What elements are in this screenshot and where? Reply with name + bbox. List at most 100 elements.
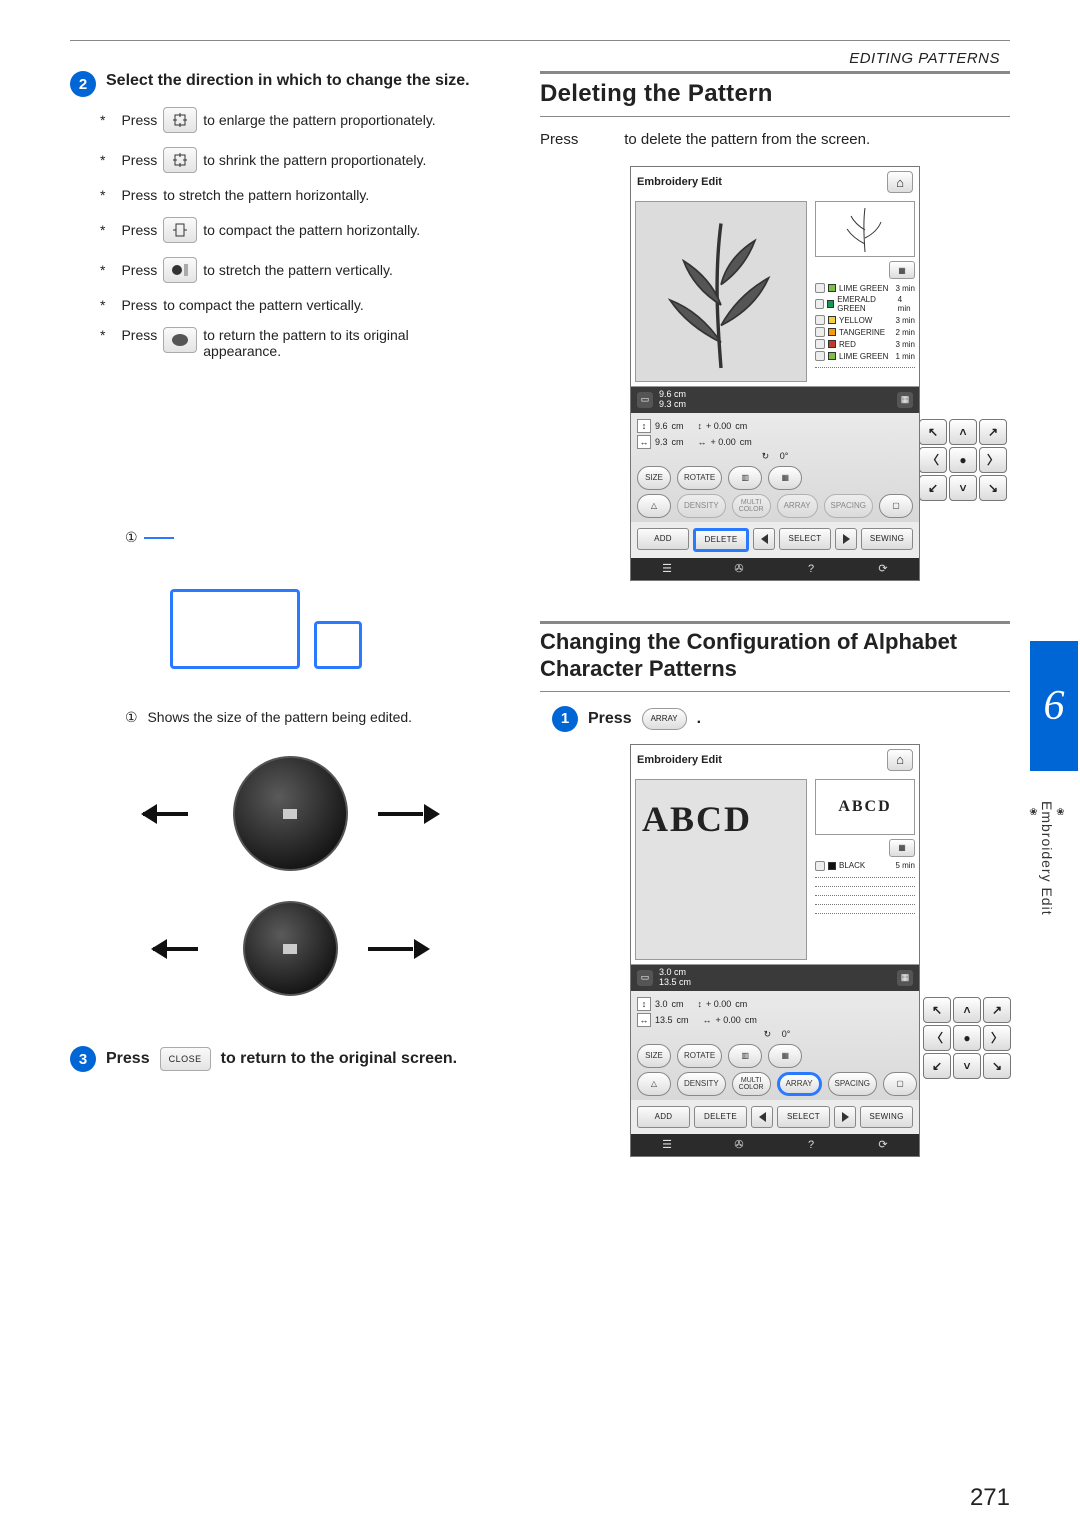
- select-prev[interactable]: [753, 528, 775, 550]
- menu-icon[interactable]: ☰: [658, 562, 676, 575]
- density-button[interactable]: DENSITY: [677, 494, 726, 518]
- dpad-right[interactable]: 〉: [983, 1025, 1011, 1051]
- multicolor-button[interactable]: MULTI COLOR: [732, 1072, 771, 1096]
- grid-icon[interactable]: ▦: [897, 970, 913, 986]
- arrow-left-icon: [143, 799, 203, 829]
- chapter-tab: 6: [1030, 641, 1078, 771]
- press-shrink: Press to shrink the pattern proportionat…: [100, 147, 510, 173]
- flip-button[interactable]: △: [637, 494, 671, 518]
- dpad-ul[interactable]: ↖: [923, 997, 951, 1023]
- zoom-icon[interactable]: ▦: [889, 839, 915, 857]
- select-next[interactable]: [834, 1106, 856, 1128]
- palette-button[interactable]: ▦: [768, 1044, 802, 1068]
- grid-icon[interactable]: ▦: [897, 392, 913, 408]
- home-icon[interactable]: ⌂: [887, 749, 913, 771]
- dpad-down[interactable]: ˅: [949, 475, 977, 501]
- frame-button[interactable]: ▢: [883, 1072, 917, 1096]
- dpad-dr[interactable]: ↘: [979, 475, 1007, 501]
- array-button[interactable]: ARRAY: [777, 494, 818, 518]
- density-button[interactable]: DENSITY: [677, 1072, 726, 1096]
- arrow-right-icon: [368, 934, 428, 964]
- press-compact-v: Press to compact the pattern vertically.: [100, 297, 510, 313]
- dpad-dr[interactable]: ↘: [983, 1053, 1011, 1079]
- info-column: ↕9.6cm↕+ 0.00cm ↔9.3cm↔+ 0.00cm ↻ 0° SIZ…: [637, 419, 913, 518]
- dpad-dl[interactable]: ↙: [923, 1053, 951, 1079]
- spacing-button[interactable]: SPACING: [824, 494, 873, 518]
- size-button[interactable]: SIZE: [637, 466, 671, 490]
- pattern-size-box-large: [170, 589, 300, 669]
- mirror-button[interactable]: ▥: [728, 466, 762, 490]
- spacing-button[interactable]: SPACING: [828, 1072, 877, 1096]
- tools-icon[interactable]: ✇: [730, 1138, 748, 1151]
- size-button[interactable]: SIZE: [637, 1044, 671, 1068]
- size-diagram: ① ① Shows the size of the pattern being …: [70, 589, 510, 996]
- dpad-up[interactable]: ˄: [949, 419, 977, 445]
- preview-thumb: [815, 201, 915, 257]
- frame-icon: ▭: [637, 970, 653, 986]
- delete-button[interactable]: DELETE: [693, 528, 749, 552]
- enlarge-icon: [163, 107, 197, 133]
- step-3-badge: 3: [70, 1046, 96, 1072]
- dpad-ul[interactable]: ↖: [919, 419, 947, 445]
- zoom-icon[interactable]: ▦: [889, 261, 915, 279]
- press-stretch-v: Press to stretch the pattern vertically.: [100, 257, 510, 283]
- dpad-ur[interactable]: ↗: [979, 419, 1007, 445]
- select-button[interactable]: SELECT: [777, 1106, 830, 1128]
- palette-button[interactable]: ▦: [768, 466, 802, 490]
- dpad-left[interactable]: 〈: [923, 1025, 951, 1051]
- dpad-center[interactable]: ●: [949, 447, 977, 473]
- pattern-size-box-small: [314, 621, 362, 669]
- dpad-dl[interactable]: ↙: [919, 475, 947, 501]
- menu-icon[interactable]: ☰: [658, 1138, 676, 1151]
- settings-icon[interactable]: ⟳: [874, 1138, 892, 1151]
- array-button-key: ARRAY: [642, 708, 687, 730]
- array-button[interactable]: ARRAY: [777, 1072, 822, 1096]
- help-icon[interactable]: ?: [802, 563, 820, 575]
- press-compact-h: Press to compact the pattern horizontall…: [100, 217, 510, 243]
- select-prev[interactable]: [751, 1106, 773, 1128]
- multicolor-button[interactable]: MULTI COLOR: [732, 494, 771, 518]
- mirror-button[interactable]: ▥: [728, 1044, 762, 1068]
- callout-1: ①: [125, 529, 174, 546]
- tools-icon[interactable]: ✇: [730, 562, 748, 575]
- arrow-right-icon: [378, 799, 438, 829]
- select-button[interactable]: SELECT: [779, 528, 831, 550]
- dpad-up[interactable]: ˄: [953, 997, 981, 1023]
- frame-button[interactable]: ▢: [879, 494, 913, 518]
- close-button-key: CLOSE: [160, 1047, 211, 1071]
- heading-deleting: Deleting the Pattern: [540, 80, 1010, 108]
- step-1-badge: 1: [552, 706, 578, 732]
- heading-config: Changing the Configuration of Alphabet C…: [540, 628, 1010, 683]
- dpad-center[interactable]: ●: [953, 1025, 981, 1051]
- rotate-button[interactable]: ROTATE: [677, 1044, 722, 1068]
- preview-canvas: ABCD: [635, 779, 807, 960]
- dpad-right[interactable]: 〉: [979, 447, 1007, 473]
- home-icon[interactable]: ⌂: [887, 171, 913, 193]
- press-reset: Press to return the pattern to its origi…: [100, 327, 510, 359]
- sewing-button[interactable]: SEWING: [861, 528, 913, 550]
- screen1-title: Embroidery Edit: [637, 176, 722, 188]
- delete-button[interactable]: DELETE: [694, 1106, 747, 1128]
- dpad-ur[interactable]: ↗: [983, 997, 1011, 1023]
- dpad-down[interactable]: ˅: [953, 1053, 981, 1079]
- bottom-button-row: ADD DELETE SELECT SEWING: [631, 522, 919, 558]
- sewing-button[interactable]: SEWING: [860, 1106, 913, 1128]
- flip-button[interactable]: △: [637, 1072, 671, 1096]
- step-2-title: Select the direction in which to change …: [106, 71, 470, 97]
- press-enlarge: Press to enlarge the pattern proportiona…: [100, 107, 510, 133]
- help-icon[interactable]: ?: [802, 1139, 820, 1151]
- settings-icon[interactable]: ⟳: [874, 562, 892, 575]
- select-next[interactable]: [835, 528, 857, 550]
- dpad-left[interactable]: 〈: [919, 447, 947, 473]
- rotate-button[interactable]: ROTATE: [677, 466, 722, 490]
- page-body: 2 Select the direction in which to chang…: [70, 40, 1010, 1487]
- add-button[interactable]: ADD: [637, 528, 689, 550]
- step-2: 2 Select the direction in which to chang…: [70, 71, 510, 97]
- screen-delete: Embroidery Edit ⌂ ▦ LIME GREEN3 min EMER…: [630, 166, 920, 581]
- screen-array: Embroidery Edit ⌂ ABCD ABCD ▦ BLACK5 min: [630, 744, 920, 1157]
- press-stretch-h: Press to stretch the pattern horizontall…: [100, 187, 510, 203]
- delete-intro: Press to delete the pattern from the scr…: [540, 131, 1010, 148]
- step-3: 3 Press CLOSE to return to the original …: [70, 1046, 510, 1072]
- add-button[interactable]: ADD: [637, 1106, 690, 1128]
- right-column: Deleting the Pattern Press to delete the…: [540, 51, 1010, 1487]
